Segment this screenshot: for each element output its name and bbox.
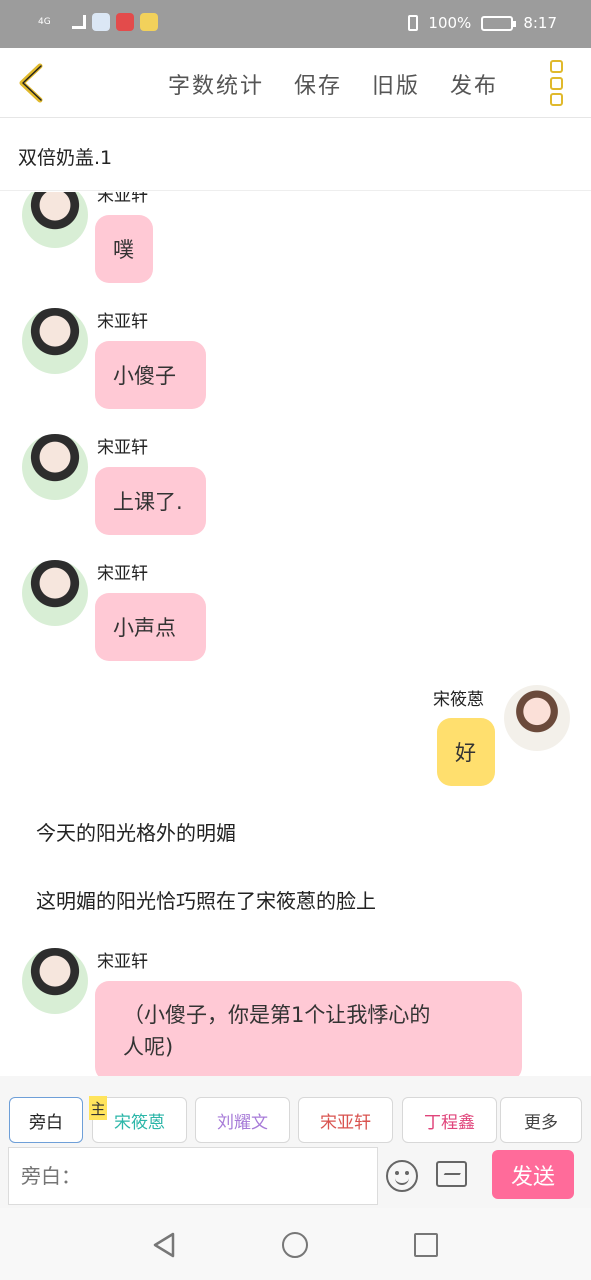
avatar[interactable] (22, 948, 88, 1014)
nav-recent-icon[interactable] (414, 1233, 438, 1257)
avatar[interactable] (22, 560, 88, 626)
menu-dot (550, 76, 563, 90)
nav-back-icon[interactable] (152, 1232, 176, 1258)
more-menu-icon[interactable] (550, 60, 568, 106)
doc-title-row[interactable]: 双倍奶盖.1 (0, 119, 591, 191)
bubble-line: 人呢) (123, 1035, 174, 1059)
role-liu-yaowen[interactable]: 刘耀文 (195, 1097, 290, 1143)
clock: 8:17 (523, 14, 557, 32)
chat-area[interactable]: 宋亚轩 噗 宋亚轩 小傻子 宋亚轩 上课了. 宋亚轩 小声点 宋筱蒽 好 今天的… (0, 192, 591, 1076)
chat-bubble[interactable]: 好 (437, 718, 495, 786)
chat-bubble[interactable]: 小傻子 (95, 341, 206, 409)
sender-name: 宋亚轩 (97, 192, 148, 206)
menu-dot (550, 93, 563, 106)
narration-text[interactable]: 今天的阳光格外的明媚 (36, 817, 236, 846)
doc-title: 双倍奶盖.1 (18, 147, 113, 169)
avatar[interactable] (22, 308, 88, 374)
nav-home-icon[interactable] (282, 1232, 308, 1258)
narration-text[interactable]: 这明媚的阳光恰巧照在了宋筱蒽的脸上 (36, 885, 376, 914)
status-right: 100% 8:17 (408, 14, 557, 32)
sender-name: 宋亚轩 (97, 438, 148, 458)
image-icon[interactable] (436, 1161, 467, 1187)
status-bar: 4G 100% 8:17 (0, 0, 591, 48)
role-narrator[interactable]: 旁白 (9, 1097, 83, 1143)
role-ding-chengxin[interactable]: 丁程鑫 (402, 1097, 497, 1143)
bubble-line: （小傻子，你是第1个让我悸心的 (123, 1003, 431, 1027)
chat-bubble[interactable]: （小傻子，你是第1个让我悸心的 人呢) (95, 981, 522, 1076)
system-nav-bar (0, 1208, 591, 1280)
back-icon[interactable] (14, 62, 54, 104)
sender-name: 宋亚轩 (97, 564, 148, 584)
save-button[interactable]: 保存 (294, 68, 342, 100)
signal-icon (72, 15, 86, 29)
app-icon-2 (116, 13, 134, 31)
status-left: 4G (38, 13, 158, 31)
app-icon-1 (92, 13, 110, 31)
old-version-button[interactable]: 旧版 (372, 68, 420, 100)
send-button[interactable]: 发送 (492, 1150, 574, 1199)
network-label: 4G (38, 16, 51, 27)
avatar[interactable] (22, 192, 88, 248)
avatar[interactable] (22, 434, 88, 500)
sender-name: 宋筱蒽 (433, 690, 484, 710)
role-song-yaxuan[interactable]: 宋亚轩 (298, 1097, 393, 1143)
toolbar-actions: 字数统计 保存 旧版 发布 (168, 68, 498, 100)
input-row: 发送 (0, 1146, 591, 1208)
role-more-button[interactable]: 更多 (500, 1097, 582, 1143)
app-icon-3 (140, 13, 158, 31)
emoji-icon[interactable] (386, 1160, 418, 1192)
main-role-badge: 主 (89, 1096, 107, 1120)
avatar[interactable] (504, 685, 570, 751)
battery-percent: 100% (428, 14, 472, 32)
battery-icon (481, 15, 517, 31)
message-input[interactable] (8, 1147, 378, 1205)
menu-dot (550, 60, 563, 73)
publish-button[interactable]: 发布 (450, 68, 498, 100)
toolbar: 字数统计 保存 旧版 发布 (0, 48, 591, 118)
chat-bubble[interactable]: 噗 (95, 215, 153, 283)
sender-name: 宋亚轩 (97, 952, 148, 972)
word-count-button[interactable]: 字数统计 (168, 68, 264, 100)
vibrate-icon (408, 15, 419, 31)
chat-bubble[interactable]: 小声点 (95, 593, 206, 661)
sender-name: 宋亚轩 (97, 312, 148, 332)
chat-bubble[interactable]: 上课了. (95, 467, 206, 535)
